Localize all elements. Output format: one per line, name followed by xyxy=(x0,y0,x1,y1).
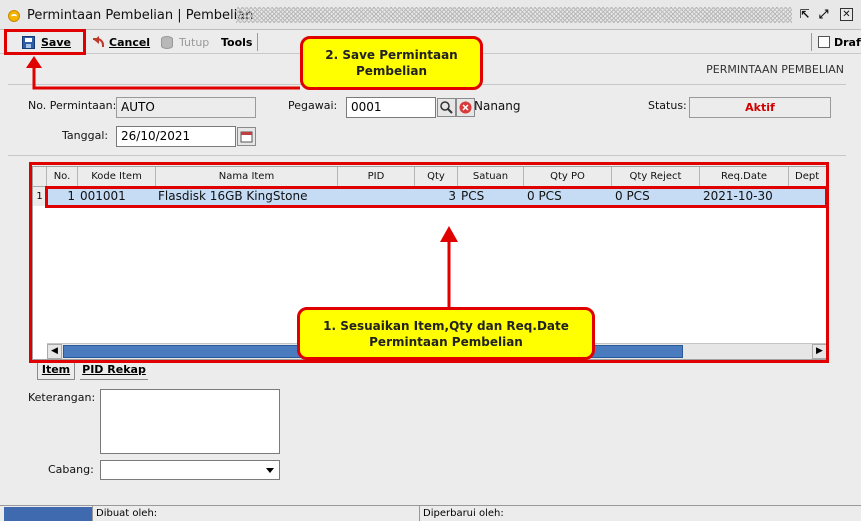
arrow-head-icon xyxy=(26,56,42,68)
arrow-head-icon xyxy=(440,226,458,242)
arrow-to-save xyxy=(32,65,300,90)
callout-save: 2. Save Permintaan Pembelian xyxy=(300,36,483,90)
callout-items: 1. Sesuaikan Item,Qty dan Req.Date Permi… xyxy=(297,307,595,360)
